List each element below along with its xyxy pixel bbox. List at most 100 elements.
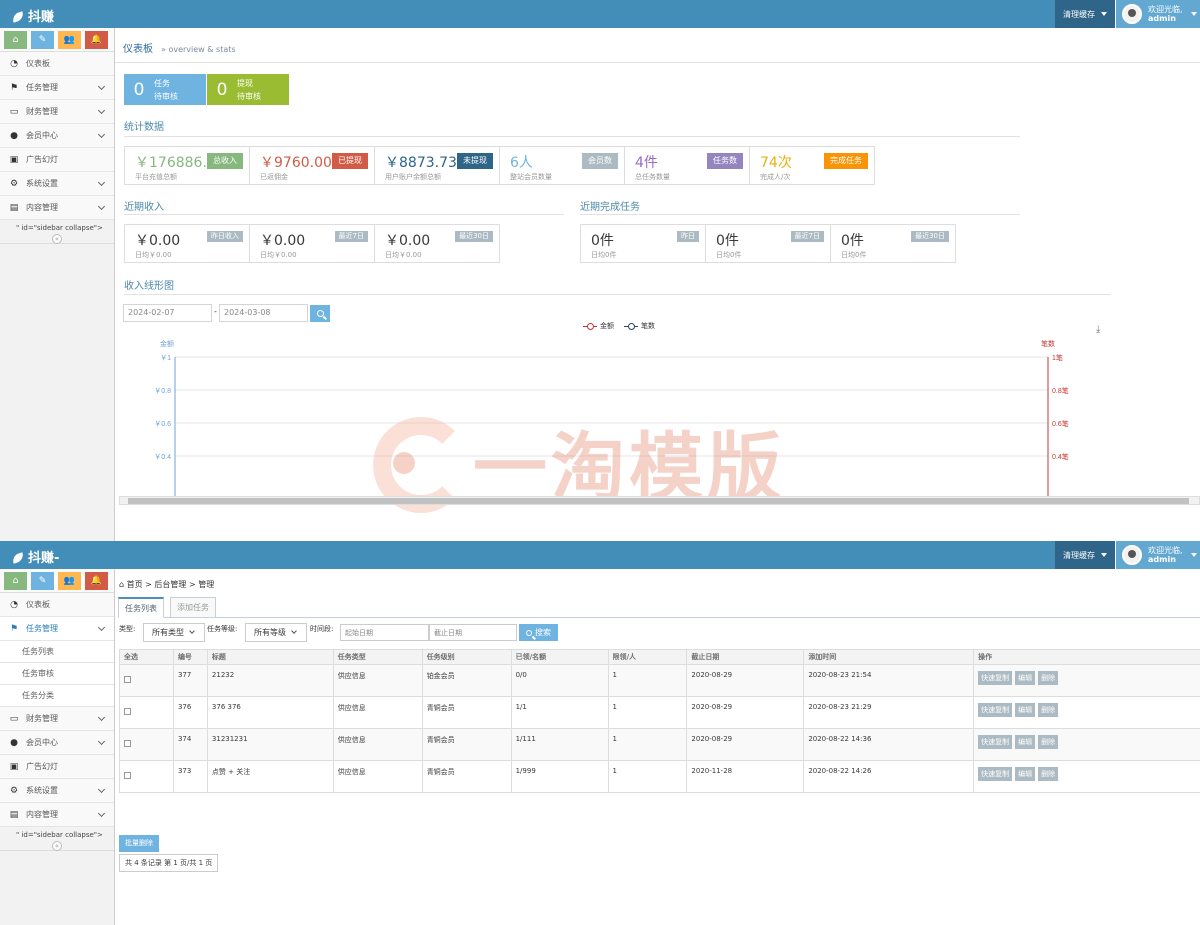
stat-label: 完成人/次 [760,173,791,181]
brand-logo[interactable]: 抖赚- [10,547,60,566]
row-checkbox[interactable] [124,708,131,715]
quick-copy-button[interactable]: 快速复制 [978,767,1013,781]
table-body: 377 21232 供应信息 铂金会员 0/0 1 2020-08-29 2020-08-23… [119,664,1200,793]
sidebar-collapse-button[interactable]: « [0,234,114,244]
sidebar-item-finance[interactable]: ▭ 财务管理 [0,100,114,124]
quick-copy-button[interactable]: 快速复制 [978,735,1013,749]
type-select[interactable]: 所有类型 [143,623,205,642]
pencil-shortcut-button[interactable]: ✎ [31,572,54,590]
inbox-icon: ▭ [9,713,19,724]
row-checkbox[interactable] [124,740,131,747]
username: admin [1148,14,1176,23]
users-shortcut-button[interactable]: 👥 [58,31,81,49]
sidebar-item-label: 广告幻灯 [26,762,58,771]
sidebar-item-ads[interactable]: ▣ 广告幻灯 [0,148,114,172]
table-cell: 1 [607,664,688,697]
sidebar-subitem-task-category[interactable]: 任务分类 [0,685,114,707]
sidebar-item-finance[interactable]: ▭ 财务管理 [0,707,114,731]
delete-button[interactable]: 删除 [1038,767,1059,781]
bell-shortcut-button[interactable]: 🔔 [85,31,108,49]
dashboard-screen: 抖赚 清理缓存 欢迎光临, admin ⌂ ✎ 👥 🔔 ◔ 仪表板 ⚑ 任务管理 ▭ 财… [0,0,1200,541]
y-right-tick-label: 0.6笔 [1052,419,1069,428]
flag-icon: ⚑ [9,623,19,634]
column-header: 编号 [172,649,208,665]
breadcrumb-text[interactable]: 首页 > 后台管理 > 管理 [127,580,215,589]
table-cell: 2020-08-23 21:54 [803,664,975,697]
sidebar-item-tasks[interactable]: ⚑ 任务管理 [0,617,114,641]
pending-tasks-tile[interactable]: 0 任务 待审核 [124,74,206,105]
row-checkbox[interactable] [124,772,131,779]
picture-icon: ▣ [9,761,19,772]
pending-withdraw-tile[interactable]: 0 提现 待审核 [207,74,289,105]
row-checkbox[interactable] [124,676,131,683]
brand-name: 抖赚- [28,551,60,566]
sidebar-item-content[interactable]: ▤ 内容管理 [0,803,114,827]
date-to-input[interactable]: 2024-03-08 [219,304,308,322]
sidebar-item-settings[interactable]: ⚙ 系统设置 [0,779,114,803]
income-section-title: 近期收入 [124,202,164,213]
user-menu[interactable]: 欢迎光临, admin [1115,541,1200,569]
sidebar-subitem-task-review[interactable]: 任务审核 [0,663,114,685]
end-date-input[interactable]: 截止日期 [429,624,517,641]
clear-cache-button[interactable]: 清理缓存 [1055,541,1115,569]
delete-button[interactable]: 删除 [1038,735,1059,749]
brand-logo[interactable]: 抖赚 [10,6,54,25]
stat-value: ￥8873.73 [385,155,457,171]
divider [124,136,1020,137]
y-left-tick-label: ￥0.4 [154,453,171,461]
pagination-info: 共 4 条记录 第 1 页/共 1 页 [119,854,219,872]
select-all-header[interactable]: 全选 [119,649,174,665]
chart-scrollbar[interactable] [119,496,1200,505]
sidebar-item-ads[interactable]: ▣ 广告幻灯 [0,755,114,779]
sidebar-item-members[interactable]: ● 会员中心 [0,124,114,148]
scrollbar-thumb[interactable] [128,498,1189,504]
chevron-down-icon [97,785,106,794]
edit-button[interactable]: 编辑 [1015,703,1036,717]
date-separator: - [214,307,217,316]
stat-tag: 未提现 [457,153,493,169]
tab-add-task[interactable]: 添加任务 [170,597,216,618]
leaf-icon [10,552,26,564]
edit-button[interactable]: 编辑 [1015,671,1036,685]
table-cell: 373 [172,760,208,793]
delete-button[interactable]: 删除 [1038,671,1059,685]
users-shortcut-button[interactable]: 👥 [58,572,81,590]
sidebar-item-tasks[interactable]: ⚑ 任务管理 [0,76,114,100]
caret-down-icon [1101,12,1107,16]
start-date-input[interactable]: 起始日期 [340,624,429,641]
sidebar-item-dashboard[interactable]: ◔ 仪表板 [0,52,114,76]
table-cell: 供应信息 [332,728,423,761]
bulk-delete-button[interactable]: 批量删除 [119,835,159,852]
sidebar-item-content[interactable]: ▤ 内容管理 [0,196,114,220]
home-shortcut-button[interactable]: ⌂ [4,572,27,590]
sidebar-item-label: 任务管理 [26,83,58,92]
edit-button[interactable]: 编辑 [1015,767,1036,781]
sidebar-subitem-task-list[interactable]: 任务列表 [0,641,114,663]
date-search-button[interactable] [310,305,330,322]
avatar [1122,4,1142,24]
table-cell: 31231231 [206,728,334,761]
sidebar-item-settings[interactable]: ⚙ 系统设置 [0,172,114,196]
sidebar-collapse-button[interactable]: « [0,841,114,851]
level-select[interactable]: 所有等级 [245,623,307,642]
home-shortcut-button[interactable]: ⌂ [4,31,27,49]
search-button[interactable]: 搜索 [519,624,558,641]
user-menu[interactable]: 欢迎光临, admin [1115,0,1200,28]
bell-shortcut-button[interactable]: 🔔 [85,572,108,590]
edit-button[interactable]: 编辑 [1015,735,1036,749]
sidebar-item-dashboard[interactable]: ◔ 仪表板 [0,593,114,617]
clear-cache-button[interactable]: 清理缓存 [1055,0,1115,28]
quick-copy-button[interactable]: 快速复制 [978,703,1013,717]
table-cell: 点赞 + 关注 [206,760,334,793]
gear-icon: ⚙ [9,178,19,189]
column-header: 任务类型 [332,649,423,665]
delete-button[interactable]: 删除 [1038,703,1059,717]
tab-bar: 任务列表 添加任务 [118,597,1200,618]
tab-task-list[interactable]: 任务列表 [118,597,164,618]
quick-copy-button[interactable]: 快速复制 [978,671,1013,685]
pencil-shortcut-button[interactable]: ✎ [31,31,54,49]
double-chevron-left-icon: « [52,234,62,244]
summary-average: 日均￥0.00 [385,251,422,259]
date-from-input[interactable]: 2024-02-07 [123,304,212,322]
sidebar-item-members[interactable]: ● 会员中心 [0,731,114,755]
